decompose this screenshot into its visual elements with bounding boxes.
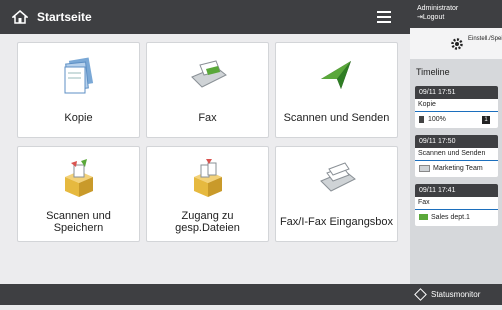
timeline-item-copy[interactable]: 09/11 17:51 Kopie 100% 1	[415, 86, 498, 128]
timeline-time: 09/11 17:51	[415, 86, 498, 99]
destination-icon	[419, 164, 430, 172]
timeline-job-name: Fax	[415, 197, 498, 210]
tile-scan-send[interactable]: Scannen und Senden	[275, 42, 398, 138]
settings-register-button[interactable]: Einstell./Speich.	[410, 28, 502, 59]
timeline-job-name: Kopie	[415, 99, 498, 112]
timeline-time: 09/11 17:50	[415, 135, 498, 148]
status-monitor-button[interactable]: Statusmonitor	[414, 287, 480, 302]
tile-label: Scannen und Speichern	[46, 210, 111, 234]
gear-icon	[451, 38, 463, 50]
fax-icon	[190, 60, 227, 88]
stored-files-icon	[193, 159, 222, 197]
home-screen: Startseite Kopie Fax Scannen und Senden …	[0, 0, 410, 302]
tile-label: Fax	[198, 112, 217, 124]
tile-fax[interactable]: Fax	[146, 42, 269, 138]
menu-button[interactable]	[366, 4, 402, 30]
page-title: Startseite	[37, 10, 92, 24]
tile-label: Zugang zu gesp.Dateien	[175, 210, 240, 234]
timeline-item-scan-send[interactable]: 09/11 17:50 Scannen und Senden Marketing…	[415, 135, 498, 177]
copy-icon	[64, 57, 93, 94]
timeline-item-fax[interactable]: 09/11 17:41 Fax Sales dept.1	[415, 184, 498, 226]
side-panel: Administrator ⇥Logout Einstell./Speich. …	[410, 0, 502, 284]
copies-count: 1	[482, 116, 490, 124]
settings-label: Einstell./Speich.	[468, 36, 502, 42]
timeline-title: Timeline	[416, 67, 450, 77]
header-bar: Startseite	[0, 0, 410, 34]
fax-inbox-icon	[319, 162, 356, 192]
timeline-job-name: Scannen und Senden	[415, 148, 498, 161]
scan-store-icon	[64, 159, 93, 197]
copy-setting-icon	[419, 115, 424, 123]
timeline-detail: Marketing Team	[415, 161, 498, 177]
logout-link[interactable]: ⇥Logout	[417, 13, 458, 22]
tile-fax-inbox[interactable]: Fax/I-Fax Eingangsbox	[275, 146, 398, 242]
side-header: Administrator ⇥Logout Einstell./Speich.	[410, 0, 502, 59]
fax-destination-icon	[419, 214, 428, 221]
timeline-detail: Sales dept.1	[415, 210, 498, 226]
tile-label: Fax/I-Fax Eingangsbox	[279, 216, 394, 228]
timeline-time: 09/11 17:41	[415, 184, 498, 197]
scan-send-icon	[320, 61, 351, 89]
tile-scan-store[interactable]: Scannen und Speichern	[17, 146, 140, 242]
tile-label: Scannen und Senden	[283, 112, 390, 124]
timeline-detail: 100% 1	[415, 112, 498, 128]
tile-copy[interactable]: Kopie	[17, 42, 140, 138]
user-info: Administrator ⇥Logout	[417, 4, 458, 22]
tile-stored-files[interactable]: Zugang zu gesp.Dateien	[146, 146, 269, 242]
user-name: Administrator	[417, 5, 459, 12]
status-bar: Statusmonitor	[0, 284, 502, 305]
status-monitor-icon	[414, 288, 427, 302]
home-icon[interactable]	[12, 9, 28, 25]
function-tiles: Kopie Fax Scannen und Senden Scannen und…	[0, 34, 410, 302]
tile-label: Kopie	[64, 112, 93, 124]
hamburger-menu-icon	[377, 11, 391, 23]
